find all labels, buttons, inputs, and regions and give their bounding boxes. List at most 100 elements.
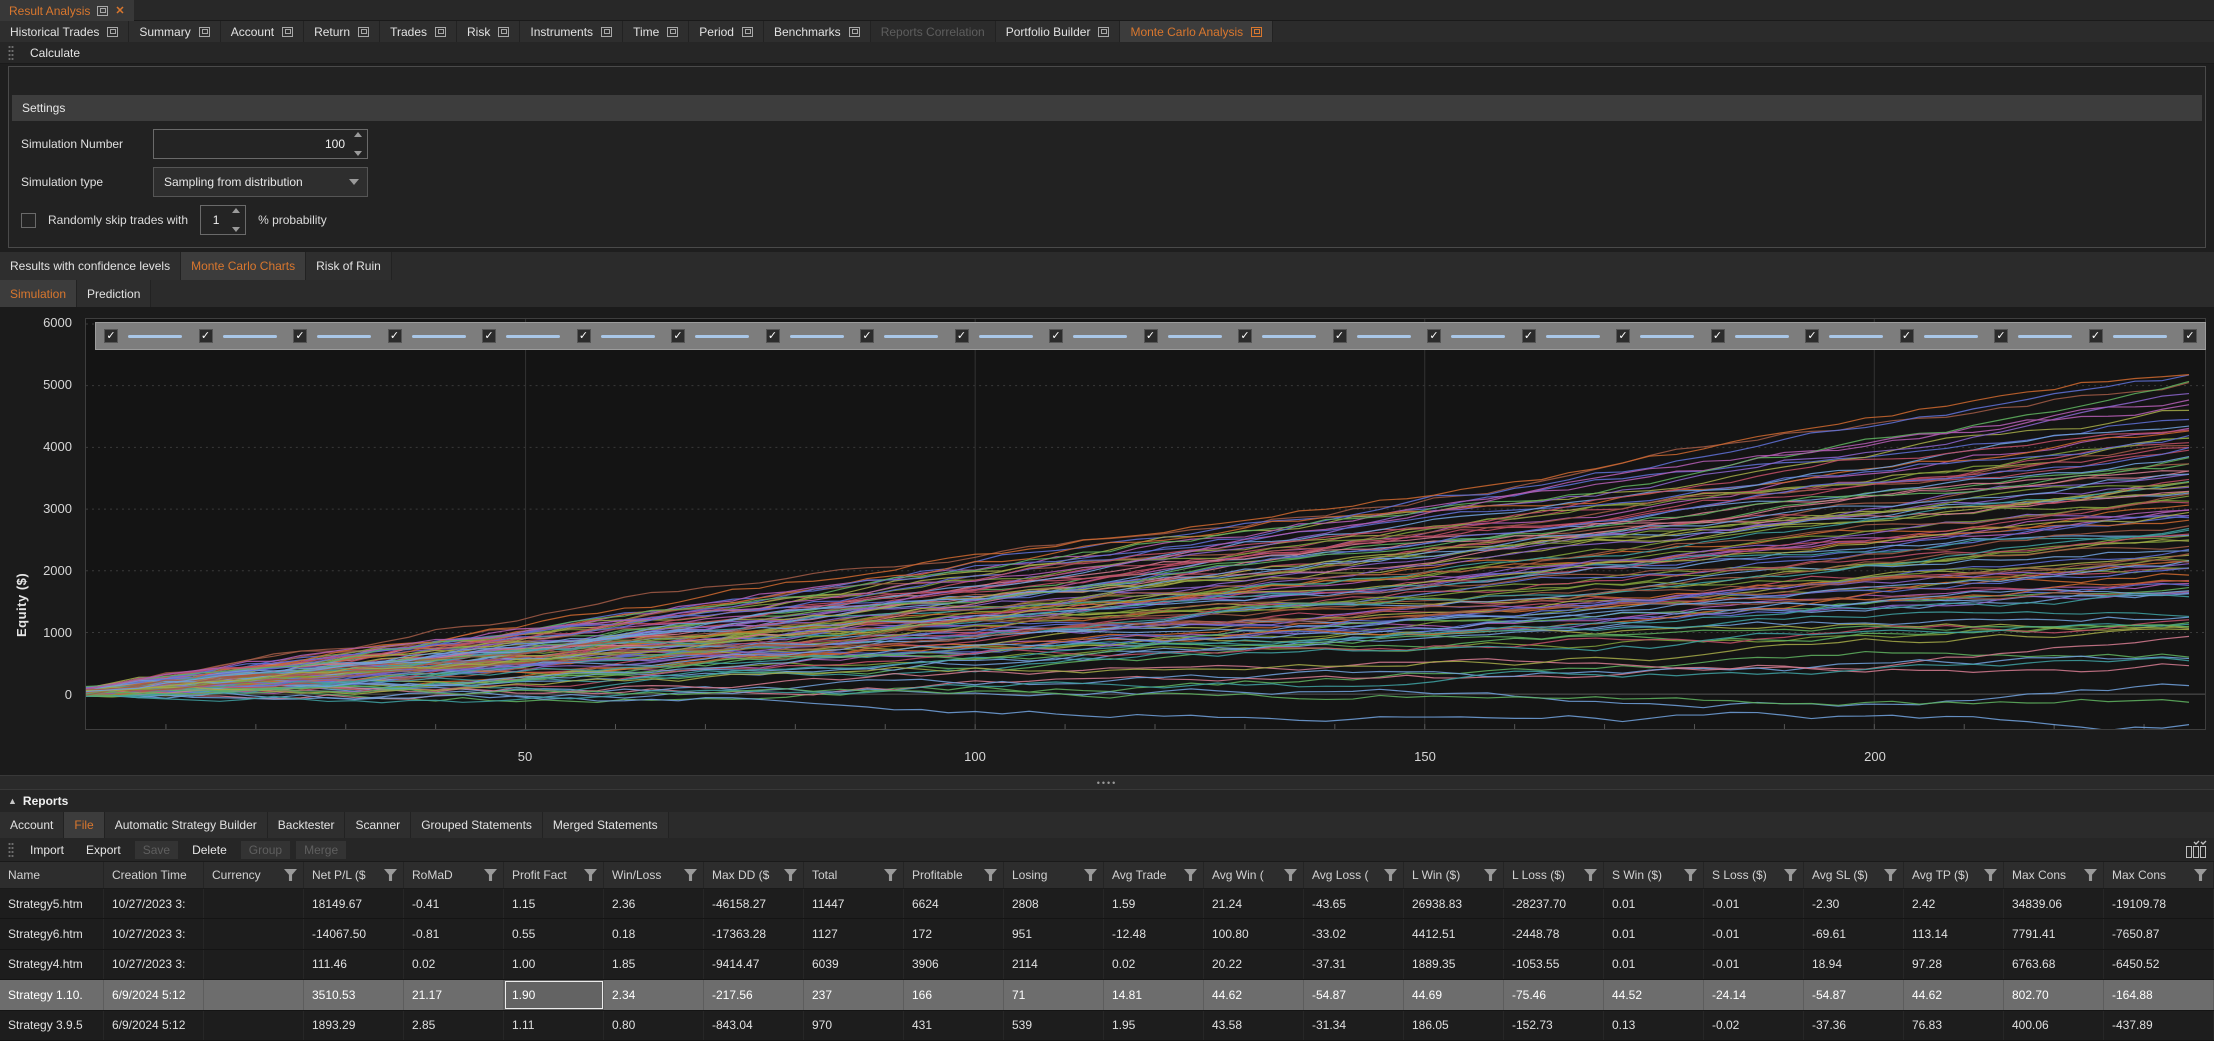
cell-max-dd-7[interactable]: -843.04 [704,1011,804,1040]
cell-avg-loss-13[interactable]: -43.65 [1304,889,1404,918]
cell-avg-sl-18[interactable]: -69.61 [1804,919,1904,948]
column-header-max-dd-7[interactable]: Max DD ($ [704,862,804,888]
open-in-window-icon[interactable] [849,27,860,37]
reports-panel-header[interactable]: ▲ Reports [0,790,2214,812]
column-header-avg-sl-18[interactable]: Avg SL ($) [1804,862,1904,888]
simulation-number-input[interactable] [153,129,368,159]
cell-s-loss-17[interactable]: -24.14 [1704,980,1804,1009]
cell-max-cons-21[interactable]: -19109.78 [2104,889,2214,918]
legend-checkbox[interactable]: ✓ [1711,329,1725,343]
open-in-window-icon[interactable] [97,6,108,16]
cell-profit-fact-5[interactable]: 1.00 [504,950,604,979]
filter-icon[interactable] [1484,869,1497,881]
legend-checkbox[interactable]: ✓ [293,329,307,343]
column-header-losing-10[interactable]: Losing [1004,862,1104,888]
cell-max-cons-21[interactable]: -164.88 [2104,980,2214,1009]
column-header-max-cons-21[interactable]: Max Cons [2104,862,2214,888]
cell-profit-fact-5[interactable]: 1.15 [504,889,604,918]
column-header-avg-loss-13[interactable]: Avg Loss ( [1304,862,1404,888]
legend-checkbox[interactable]: ✓ [199,329,213,343]
filter-icon[interactable] [1584,869,1597,881]
cell-win-loss-6[interactable]: 2.34 [604,980,704,1009]
tab-benchmarks[interactable]: Benchmarks [764,21,871,42]
cell-s-loss-17[interactable]: -0.01 [1704,889,1804,918]
column-header-romad-4[interactable]: RoMaD [404,862,504,888]
cell-max-dd-7[interactable]: -9414.47 [704,950,804,979]
cell-profitable-9[interactable]: 431 [904,1011,1004,1040]
tab-results-with-confidence-levels[interactable]: Results with confidence levels [0,252,181,280]
legend-checkbox[interactable]: ✓ [671,329,685,343]
cell-name-0[interactable]: Strategy 3.9.5 [0,1011,104,1040]
open-in-window-icon[interactable] [498,27,509,37]
cell-net-p-l-3[interactable]: 3510.53 [304,980,404,1009]
legend-checkbox[interactable]: ✓ [1522,329,1536,343]
cell-creation-time-1[interactable]: 6/9/2024 5:12 [104,980,204,1009]
reports-tab-backtester[interactable]: Backtester [268,812,346,838]
cell-s-loss-17[interactable]: -0.01 [1704,950,1804,979]
cell-max-cons-20[interactable]: 7791.41 [2004,919,2104,948]
cell-creation-time-1[interactable]: 6/9/2024 5:12 [104,1011,204,1040]
column-header-avg-win-12[interactable]: Avg Win ( [1204,862,1304,888]
cell-max-cons-21[interactable]: -437.89 [2104,1011,2214,1040]
open-in-window-icon[interactable] [107,27,118,37]
open-in-window-icon[interactable] [199,27,210,37]
legend-checkbox[interactable]: ✓ [482,329,496,343]
cell-avg-trade-11[interactable]: 14.81 [1104,980,1204,1009]
cell-total-8[interactable]: 970 [804,1011,904,1040]
legend-checkbox[interactable]: ✓ [1333,329,1347,343]
filter-icon[interactable] [584,869,597,881]
column-header-total-8[interactable]: Total [804,862,904,888]
filter-icon[interactable] [1684,869,1697,881]
cell-profit-fact-5[interactable]: 0.55 [504,919,604,948]
tab-simulation[interactable]: Simulation [0,280,77,307]
cell-avg-tp-19[interactable]: 44.62 [1904,980,2004,1009]
toolbar-grip[interactable] [8,45,14,61]
column-header-name-0[interactable]: Name [0,862,104,888]
cell-win-loss-6[interactable]: 2.36 [604,889,704,918]
cell-avg-win-12[interactable]: 43.58 [1204,1011,1304,1040]
cell-currency-2[interactable] [204,980,304,1009]
open-in-window-icon[interactable] [742,27,753,37]
cell-avg-loss-13[interactable]: -33.02 [1304,919,1404,948]
cell-win-loss-6[interactable]: 0.18 [604,919,704,948]
legend-checkbox[interactable]: ✓ [388,329,402,343]
filter-icon[interactable] [884,869,897,881]
legend-checkbox[interactable]: ✓ [1049,329,1063,343]
reports-tab-account[interactable]: Account [0,812,64,838]
cell-avg-win-12[interactable]: 20.22 [1204,950,1304,979]
column-header-max-cons-20[interactable]: Max Cons [2004,862,2104,888]
tab-account[interactable]: Account [221,21,304,42]
cell-s-loss-17[interactable]: -0.02 [1704,1011,1804,1040]
cell-avg-trade-11[interactable]: 1.59 [1104,889,1204,918]
table-row[interactable]: Strategy 3.9.56/9/2024 5:121893.292.851.… [0,1011,2214,1041]
cell-profitable-9[interactable]: 3906 [904,950,1004,979]
filter-icon[interactable] [1884,869,1897,881]
cell-total-8[interactable]: 237 [804,980,904,1009]
cell-currency-2[interactable] [204,889,304,918]
cell-losing-10[interactable]: 951 [1004,919,1104,948]
column-header-profitable-9[interactable]: Profitable [904,862,1004,888]
cell-name-0[interactable]: Strategy4.htm [0,950,104,979]
cell-l-win-14[interactable]: 1889.35 [1404,950,1504,979]
cell-losing-10[interactable]: 2114 [1004,950,1104,979]
cell-currency-2[interactable] [204,950,304,979]
legend-checkbox[interactable]: ✓ [1805,329,1819,343]
open-in-window-icon[interactable] [1251,27,1262,37]
open-in-window-icon[interactable] [667,27,678,37]
column-header-win-loss-6[interactable]: Win/Loss [604,862,704,888]
cell-max-cons-21[interactable]: -6450.52 [2104,950,2214,979]
legend-checkbox[interactable]: ✓ [1427,329,1441,343]
column-header-l-loss-15[interactable]: L Loss ($) [1504,862,1604,888]
cell-avg-tp-19[interactable]: 2.42 [1904,889,2004,918]
calculate-button[interactable]: Calculate [22,44,88,62]
open-in-window-icon[interactable] [601,27,612,37]
cell-l-win-14[interactable]: 44.69 [1404,980,1504,1009]
legend-checkbox[interactable]: ✓ [1616,329,1630,343]
table-row[interactable]: Strategy6.htm10/27/2023 3:-14067.50-0.81… [0,919,2214,949]
column-header-l-win-14[interactable]: L Win ($) [1404,862,1504,888]
cell-name-0[interactable]: Strategy6.htm [0,919,104,948]
tab-portfolio-builder[interactable]: Portfolio Builder [996,21,1121,42]
cell-max-dd-7[interactable]: -17363.28 [704,919,804,948]
cell-romad-4[interactable]: 21.17 [404,980,504,1009]
table-row[interactable]: Strategy4.htm10/27/2023 3:111.460.021.00… [0,950,2214,980]
